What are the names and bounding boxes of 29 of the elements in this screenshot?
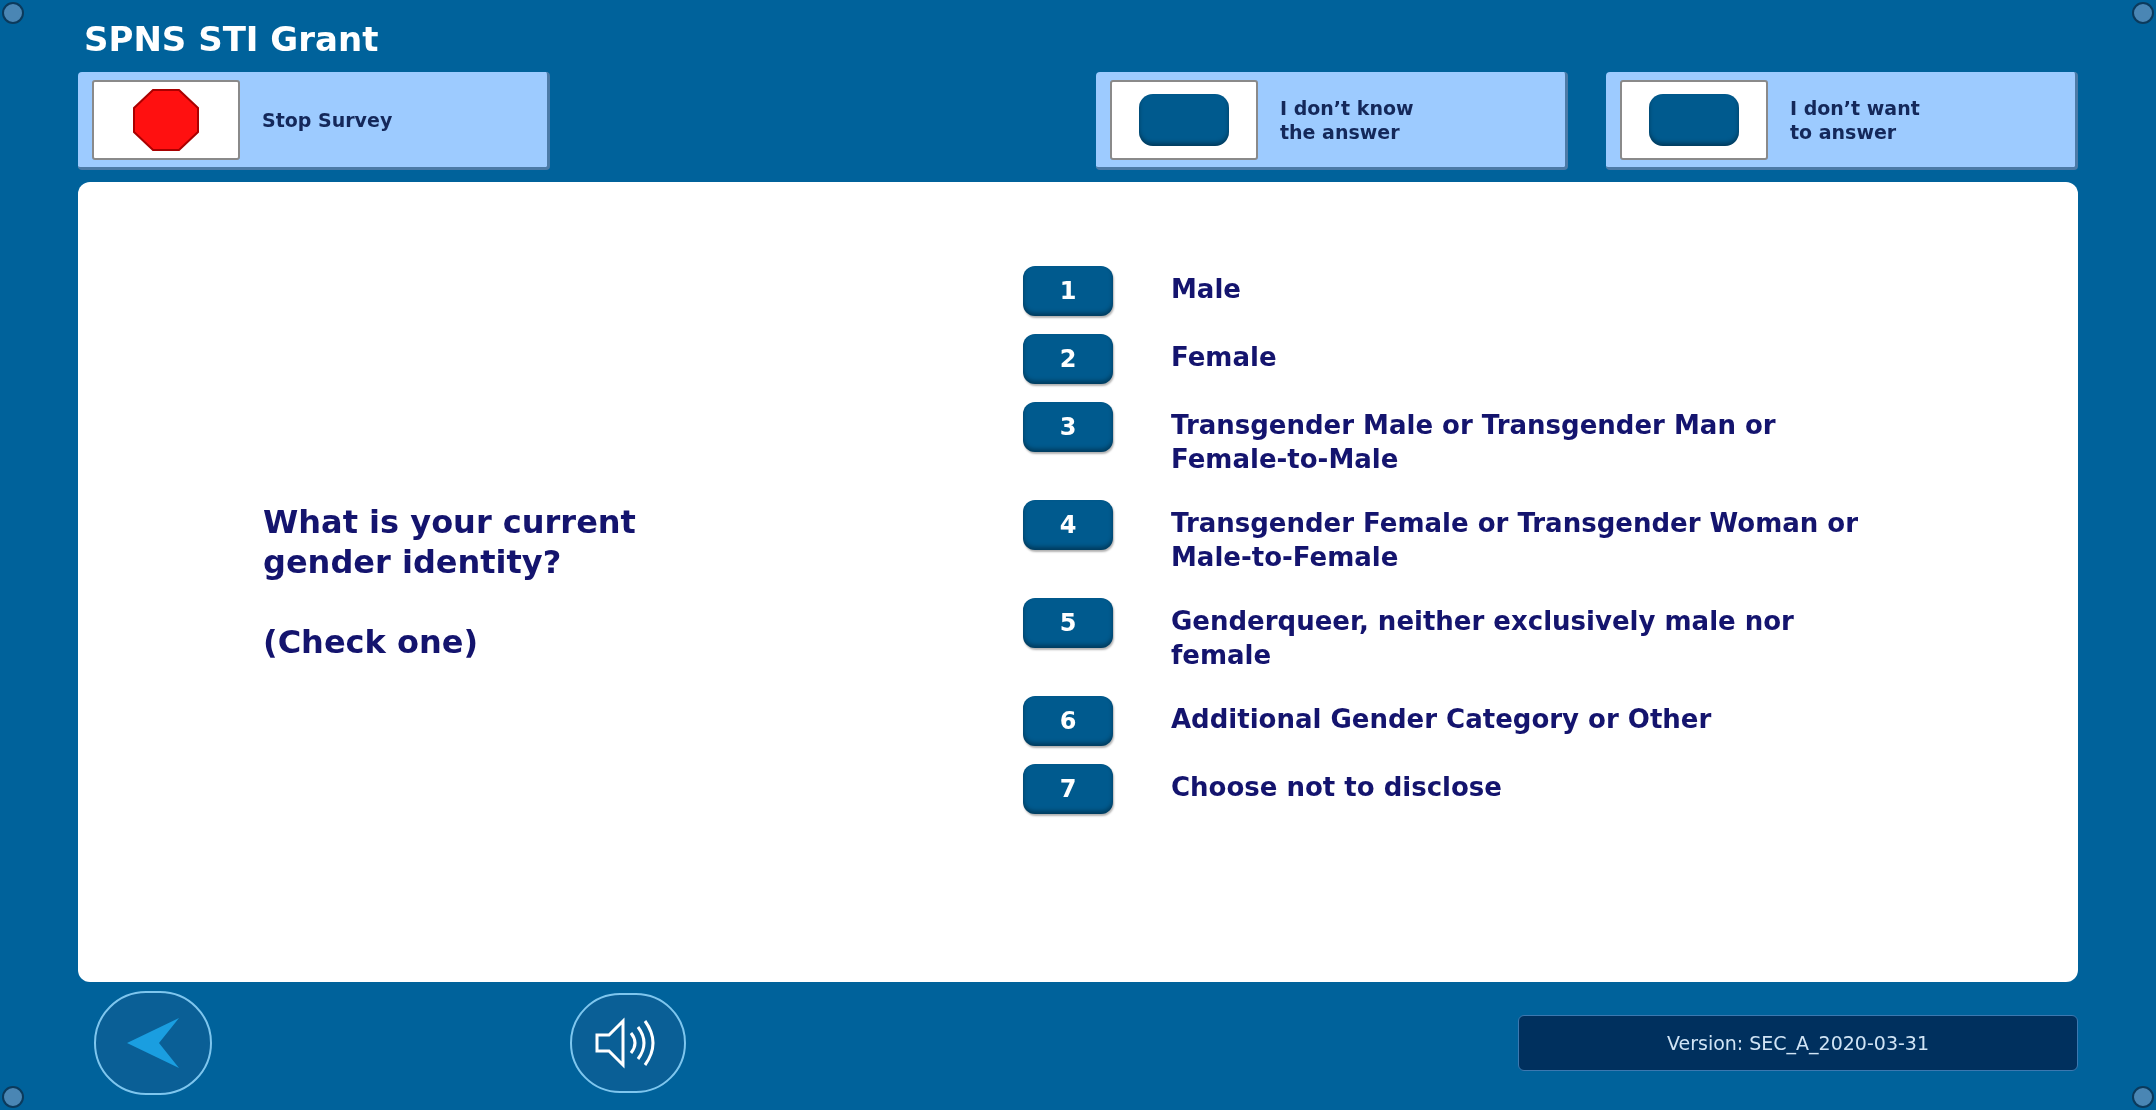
instruction-text: (Check one) bbox=[263, 622, 480, 662]
question-text: What is your current gender identity? bbox=[263, 502, 637, 582]
option-number-button[interactable]: 5 bbox=[1023, 598, 1113, 648]
option-number-button[interactable]: 7 bbox=[1023, 764, 1113, 814]
option-number-button[interactable]: 3 bbox=[1023, 402, 1113, 452]
option-label: Genderqueer, neither exclusively male nor female bbox=[1171, 605, 1794, 672]
blank-key-icon bbox=[1649, 93, 1739, 146]
option-label: Choose not to disclose bbox=[1171, 771, 1502, 804]
option-label: Additional Gender Category or Other bbox=[1171, 703, 1712, 736]
option-number-button[interactable]: 2 bbox=[1023, 334, 1113, 384]
dont-know-button[interactable]: I don’t know the answer bbox=[1096, 72, 1568, 170]
option-label: Male bbox=[1171, 273, 1241, 306]
stop-survey-button[interactable]: Stop Survey bbox=[78, 72, 550, 170]
option-label: Transgender Male or Transgender Man or Female-to-Male bbox=[1171, 409, 1776, 476]
window-title: SPNS STI Grant bbox=[84, 18, 379, 60]
screw-icon bbox=[2132, 1086, 2154, 1108]
option-number-button[interactable]: 6 bbox=[1023, 696, 1113, 746]
screw-icon bbox=[2, 1086, 24, 1108]
blank-key-icon bbox=[1139, 93, 1229, 146]
screw-icon bbox=[2, 2, 24, 24]
option-number-button[interactable]: 4 bbox=[1023, 500, 1113, 550]
option-label: Transgender Female or Transgender Woman or Male-to-Female bbox=[1171, 507, 1859, 574]
dont-want-button[interactable]: I don’t want to answer bbox=[1606, 72, 2078, 170]
option-label: Female bbox=[1171, 341, 1277, 374]
screw-icon bbox=[2132, 2, 2154, 24]
version-label: Version: SEC_A_2020-03-31 bbox=[1518, 1015, 2078, 1071]
stop-sign-icon bbox=[133, 88, 199, 151]
option-number-button[interactable]: 1 bbox=[1023, 266, 1113, 316]
back-arrow-icon bbox=[125, 1016, 181, 1070]
